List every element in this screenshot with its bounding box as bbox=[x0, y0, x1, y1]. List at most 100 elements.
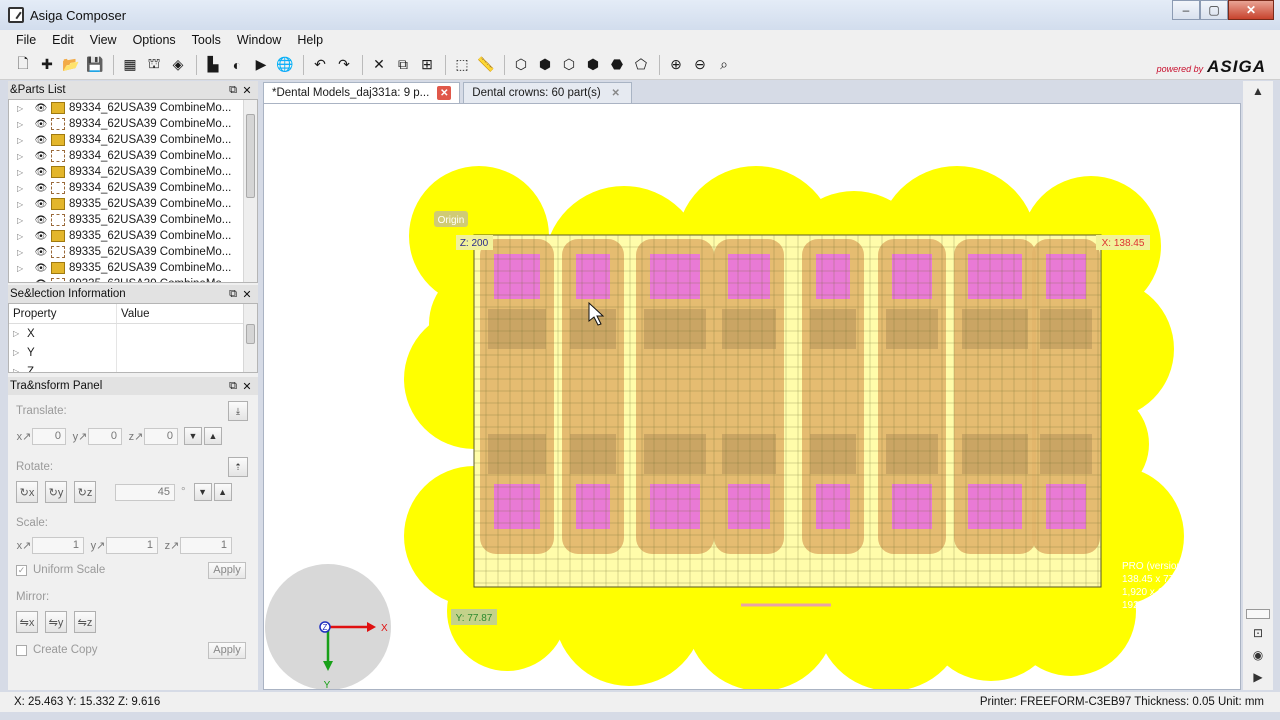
build-platform-viewport[interactable]: Origin Z: 200 X: 138.45 Y: 77.87 PRO (ve… bbox=[263, 103, 1241, 690]
visibility-eye-icon[interactable]: 👁 bbox=[33, 103, 49, 114]
measure-icon[interactable]: 📏 bbox=[475, 54, 497, 76]
menu-help[interactable]: Help bbox=[289, 33, 331, 47]
expand-icon[interactable]: ▷ bbox=[17, 168, 27, 177]
build-icon[interactable]: ▦ bbox=[119, 54, 141, 76]
horizontal-slider-handle[interactable] bbox=[1246, 609, 1270, 619]
mirror-x-button[interactable]: ⇋x bbox=[16, 611, 38, 633]
scroll-up-icon[interactable]: ▲ bbox=[1250, 83, 1266, 99]
list-item[interactable]: ▷ 👁 89335_62USA39 CombineMo... bbox=[9, 244, 257, 260]
expand-icon[interactable]: ▷ bbox=[13, 329, 27, 338]
list-item[interactable]: ▷ 👁 89335_62USA39 CombineMo... bbox=[9, 196, 257, 212]
list-item[interactable]: ▷ 👁 89334_62USA39 CombineMo... bbox=[9, 116, 257, 132]
expand-icon[interactable]: ▷ bbox=[13, 367, 27, 372]
open-folder-icon[interactable]: 📂 bbox=[60, 54, 82, 76]
arrange-icon[interactable]: ⊞ bbox=[416, 54, 438, 76]
visibility-eye-icon[interactable]: 👁 bbox=[33, 199, 49, 210]
close-icon[interactable]: ✕ bbox=[609, 86, 623, 100]
rotate-x-button[interactable]: ↻x bbox=[16, 481, 38, 503]
uniform-scale-checkbox[interactable]: ✓ bbox=[16, 564, 27, 576]
mirror-apply-button[interactable]: Apply bbox=[208, 641, 246, 659]
list-item[interactable]: ▷ 👁 89335_62USA39 CombineMo... bbox=[9, 276, 257, 283]
translate-x-input[interactable] bbox=[32, 427, 66, 445]
play-forward-icon[interactable]: ▶ bbox=[1250, 669, 1266, 685]
menu-edit[interactable]: Edit bbox=[44, 33, 82, 47]
support-icon[interactable]: ⛫ bbox=[143, 54, 165, 76]
view-iso-icon[interactable]: ⬣ bbox=[606, 54, 628, 76]
menu-options[interactable]: Options bbox=[125, 33, 184, 47]
rotate-z-button[interactable]: ↻z bbox=[74, 481, 96, 503]
visibility-eye-icon[interactable]: 👁 bbox=[33, 167, 49, 178]
expand-icon[interactable]: ▷ bbox=[17, 120, 27, 129]
build-scene[interactable]: Origin Z: 200 X: 138.45 Y: 77.87 PRO (ve… bbox=[264, 104, 1241, 690]
scale-y-input[interactable] bbox=[106, 536, 158, 554]
visibility-eye-icon[interactable]: 👁 bbox=[33, 183, 49, 194]
delete-icon[interactable]: ✕ bbox=[368, 54, 390, 76]
table-row[interactable]: ▷ Z bbox=[9, 362, 257, 372]
select-icon[interactable]: ⬚ bbox=[451, 54, 473, 76]
list-item[interactable]: ▷ 👁 89335_62USA39 CombineMo... bbox=[9, 228, 257, 244]
expand-icon[interactable]: ▷ bbox=[17, 264, 27, 273]
maximize-button[interactable]: ▢ bbox=[1200, 0, 1228, 20]
expand-icon[interactable]: ▷ bbox=[17, 216, 27, 225]
properties-scrollbar[interactable] bbox=[243, 304, 257, 372]
list-item[interactable]: ▷ 👁 89334_62USA39 CombineMo... bbox=[9, 132, 257, 148]
rotate-down-button[interactable]: ▼ bbox=[193, 483, 212, 501]
list-item[interactable]: ▷ 👁 89334_62USA39 CombineMo... bbox=[9, 148, 257, 164]
expand-icon[interactable]: ▷ bbox=[17, 152, 27, 161]
visibility-eye-icon[interactable]: 👁 bbox=[33, 279, 49, 283]
layers-icon[interactable]: ◈ bbox=[167, 54, 189, 76]
create-copy-checkbox[interactable] bbox=[16, 644, 27, 656]
rotate-y-button[interactable]: ↻y bbox=[45, 481, 67, 503]
scale-x-input[interactable] bbox=[32, 536, 84, 554]
menu-file[interactable]: File bbox=[8, 33, 44, 47]
properties-scroll-thumb[interactable] bbox=[246, 324, 255, 344]
rotate-angle-input[interactable] bbox=[115, 483, 175, 501]
translate-z-input[interactable] bbox=[144, 427, 178, 445]
table-row[interactable]: ▷ X bbox=[9, 324, 257, 343]
visibility-eye-icon[interactable]: 👁 bbox=[33, 231, 49, 242]
new-file-icon[interactable]: 🗋 bbox=[12, 54, 34, 76]
material-icon[interactable]: ◐ bbox=[226, 54, 248, 76]
menu-view[interactable]: View bbox=[82, 33, 125, 47]
parts-scroll-thumb[interactable] bbox=[246, 114, 255, 198]
expand-icon[interactable]: ▷ bbox=[17, 280, 27, 283]
mirror-z-button[interactable]: ⇋z bbox=[74, 611, 96, 633]
list-item[interactable]: ▷ 👁 89335_62USA39 CombineMo... bbox=[9, 212, 257, 228]
close-icon[interactable]: ✕ bbox=[240, 288, 254, 301]
duplicate-icon[interactable]: ⧉ bbox=[392, 54, 414, 76]
translate-down-button[interactable]: ▼ bbox=[184, 427, 202, 445]
visibility-eye-icon[interactable]: 👁 bbox=[33, 119, 49, 130]
globe-icon[interactable]: 🌐 bbox=[274, 54, 296, 76]
list-item[interactable]: ▷ 👁 89334_62USA39 CombineMo... bbox=[9, 164, 257, 180]
build-area-icon[interactable]: ⊡ bbox=[1250, 625, 1266, 641]
slice-icon[interactable]: ▙ bbox=[202, 54, 224, 76]
view-perspective-icon[interactable]: ⬠ bbox=[630, 54, 652, 76]
table-row[interactable]: ▷ Y bbox=[9, 343, 257, 362]
lay-flat-button[interactable]: ⇡ bbox=[228, 457, 248, 477]
minimize-button[interactable]: – bbox=[1172, 0, 1200, 20]
drop-to-platform-button[interactable]: ⤓ bbox=[228, 401, 248, 421]
zoom-out-icon[interactable]: ⊖ bbox=[689, 54, 711, 76]
list-item[interactable]: ▷ 👁 89335_62USA39 CombineMo... bbox=[9, 260, 257, 276]
parts-scrollbar[interactable] bbox=[243, 100, 257, 282]
tab-dental-crowns[interactable]: Dental crowns: 60 part(s) ✕ bbox=[463, 82, 632, 103]
view-front-icon[interactable]: ⬡ bbox=[510, 54, 532, 76]
float-icon[interactable]: ⧉ bbox=[226, 288, 240, 301]
close-button[interactable]: ✕ bbox=[1228, 0, 1274, 20]
close-icon[interactable]: ✕ bbox=[240, 84, 254, 97]
zoom-in-icon[interactable]: ⊕ bbox=[665, 54, 687, 76]
expand-icon[interactable]: ▷ bbox=[17, 136, 27, 145]
float-icon[interactable]: ⧉ bbox=[226, 380, 240, 393]
expand-icon[interactable]: ▷ bbox=[17, 200, 27, 209]
rotate-up-button[interactable]: ▲ bbox=[213, 483, 232, 501]
translate-up-button[interactable]: ▲ bbox=[204, 427, 222, 445]
expand-icon[interactable]: ▷ bbox=[13, 348, 27, 357]
menu-tools[interactable]: Tools bbox=[184, 33, 229, 47]
close-icon[interactable]: ✕ bbox=[437, 86, 452, 100]
list-item[interactable]: ▷ 👁 89334_62USA39 CombineMo... bbox=[9, 180, 257, 196]
expand-icon[interactable]: ▷ bbox=[17, 184, 27, 193]
add-part-icon[interactable]: ✚ bbox=[36, 54, 58, 76]
view-left-icon[interactable]: ⬡ bbox=[558, 54, 580, 76]
visibility-eye-icon[interactable]: 👁 bbox=[33, 263, 49, 274]
tab-dental-models[interactable]: *Dental Models_daj331a: 9 p... ✕ bbox=[263, 82, 461, 103]
